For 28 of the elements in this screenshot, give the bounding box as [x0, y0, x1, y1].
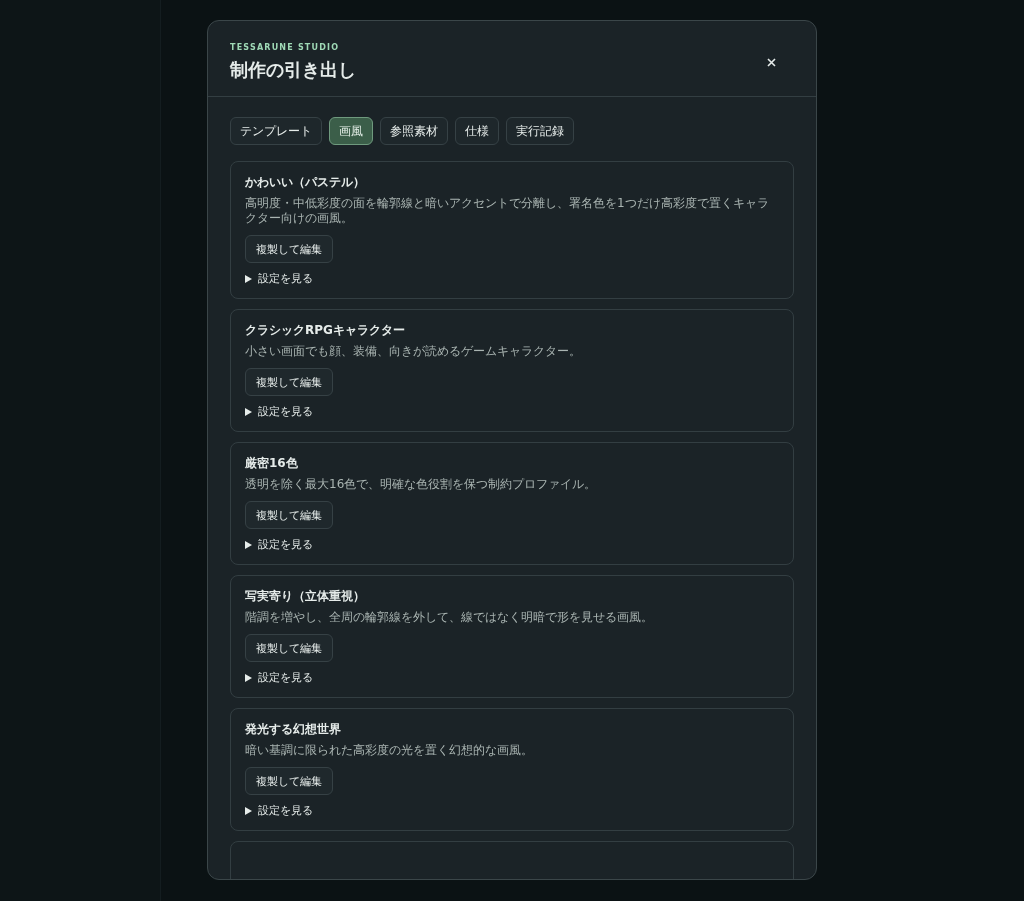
close-icon [767, 58, 776, 67]
settings-toggle[interactable]: 設定を見る [258, 271, 313, 287]
style-name: 厳密16色 [245, 455, 299, 471]
style-name: かわいい（パステル） [245, 174, 366, 190]
dialog-title: 制作の引き出し [230, 58, 356, 82]
tab[interactable]: 実行記録 [506, 117, 574, 145]
style-name: クラシックRPGキャラクター [245, 322, 406, 338]
settings-toggle[interactable]: 設定を見る [258, 537, 313, 553]
tab[interactable]: テンプレート [230, 117, 322, 145]
duplicate-edit-button[interactable]: 複製して編集 [245, 634, 333, 662]
duplicate-edit-button[interactable]: 複製して編集 [245, 368, 333, 396]
dialog-eyebrow: TESSARUNE STUDIO [230, 43, 341, 52]
style-description: 暗い基調に限られた高彩度の光を置く幻想的な画風。 [245, 743, 534, 758]
tab[interactable]: 仕様 [455, 117, 499, 145]
tab[interactable]: 画風 [329, 117, 373, 145]
style-description: 高明度・中低彩度の面を輪郭線と暗いアクセントで分離し、署名色を1つだけ高彩度で置くキャラクター向けの画風。 [245, 196, 770, 226]
settings-toggle[interactable]: 設定を見る [258, 404, 313, 420]
style-description: 透明を除く最大16色で、明確な色役割を保つ制約プロファイル。 [245, 477, 598, 492]
style-description: 階調を増やし、全周の輪郭線を外して、線ではなく明暗で形を見せる画風。 [245, 610, 654, 625]
style-name: 写実寄り（立体重視） [245, 588, 366, 604]
settings-toggle[interactable]: 設定を見る [258, 670, 313, 686]
style-description: 小さい画面でも顔、装備、向きが読めるゲームキャラクター。 [245, 344, 582, 359]
duplicate-edit-button[interactable]: 複製して編集 [245, 235, 333, 263]
settings-toggle[interactable]: 設定を見る [258, 803, 313, 819]
style-name: 発光する幻想世界 [245, 721, 342, 737]
tab[interactable]: 参照素材 [380, 117, 448, 145]
duplicate-edit-button[interactable]: 複製して編集 [245, 501, 333, 529]
duplicate-edit-button[interactable]: 複製して編集 [245, 767, 333, 795]
